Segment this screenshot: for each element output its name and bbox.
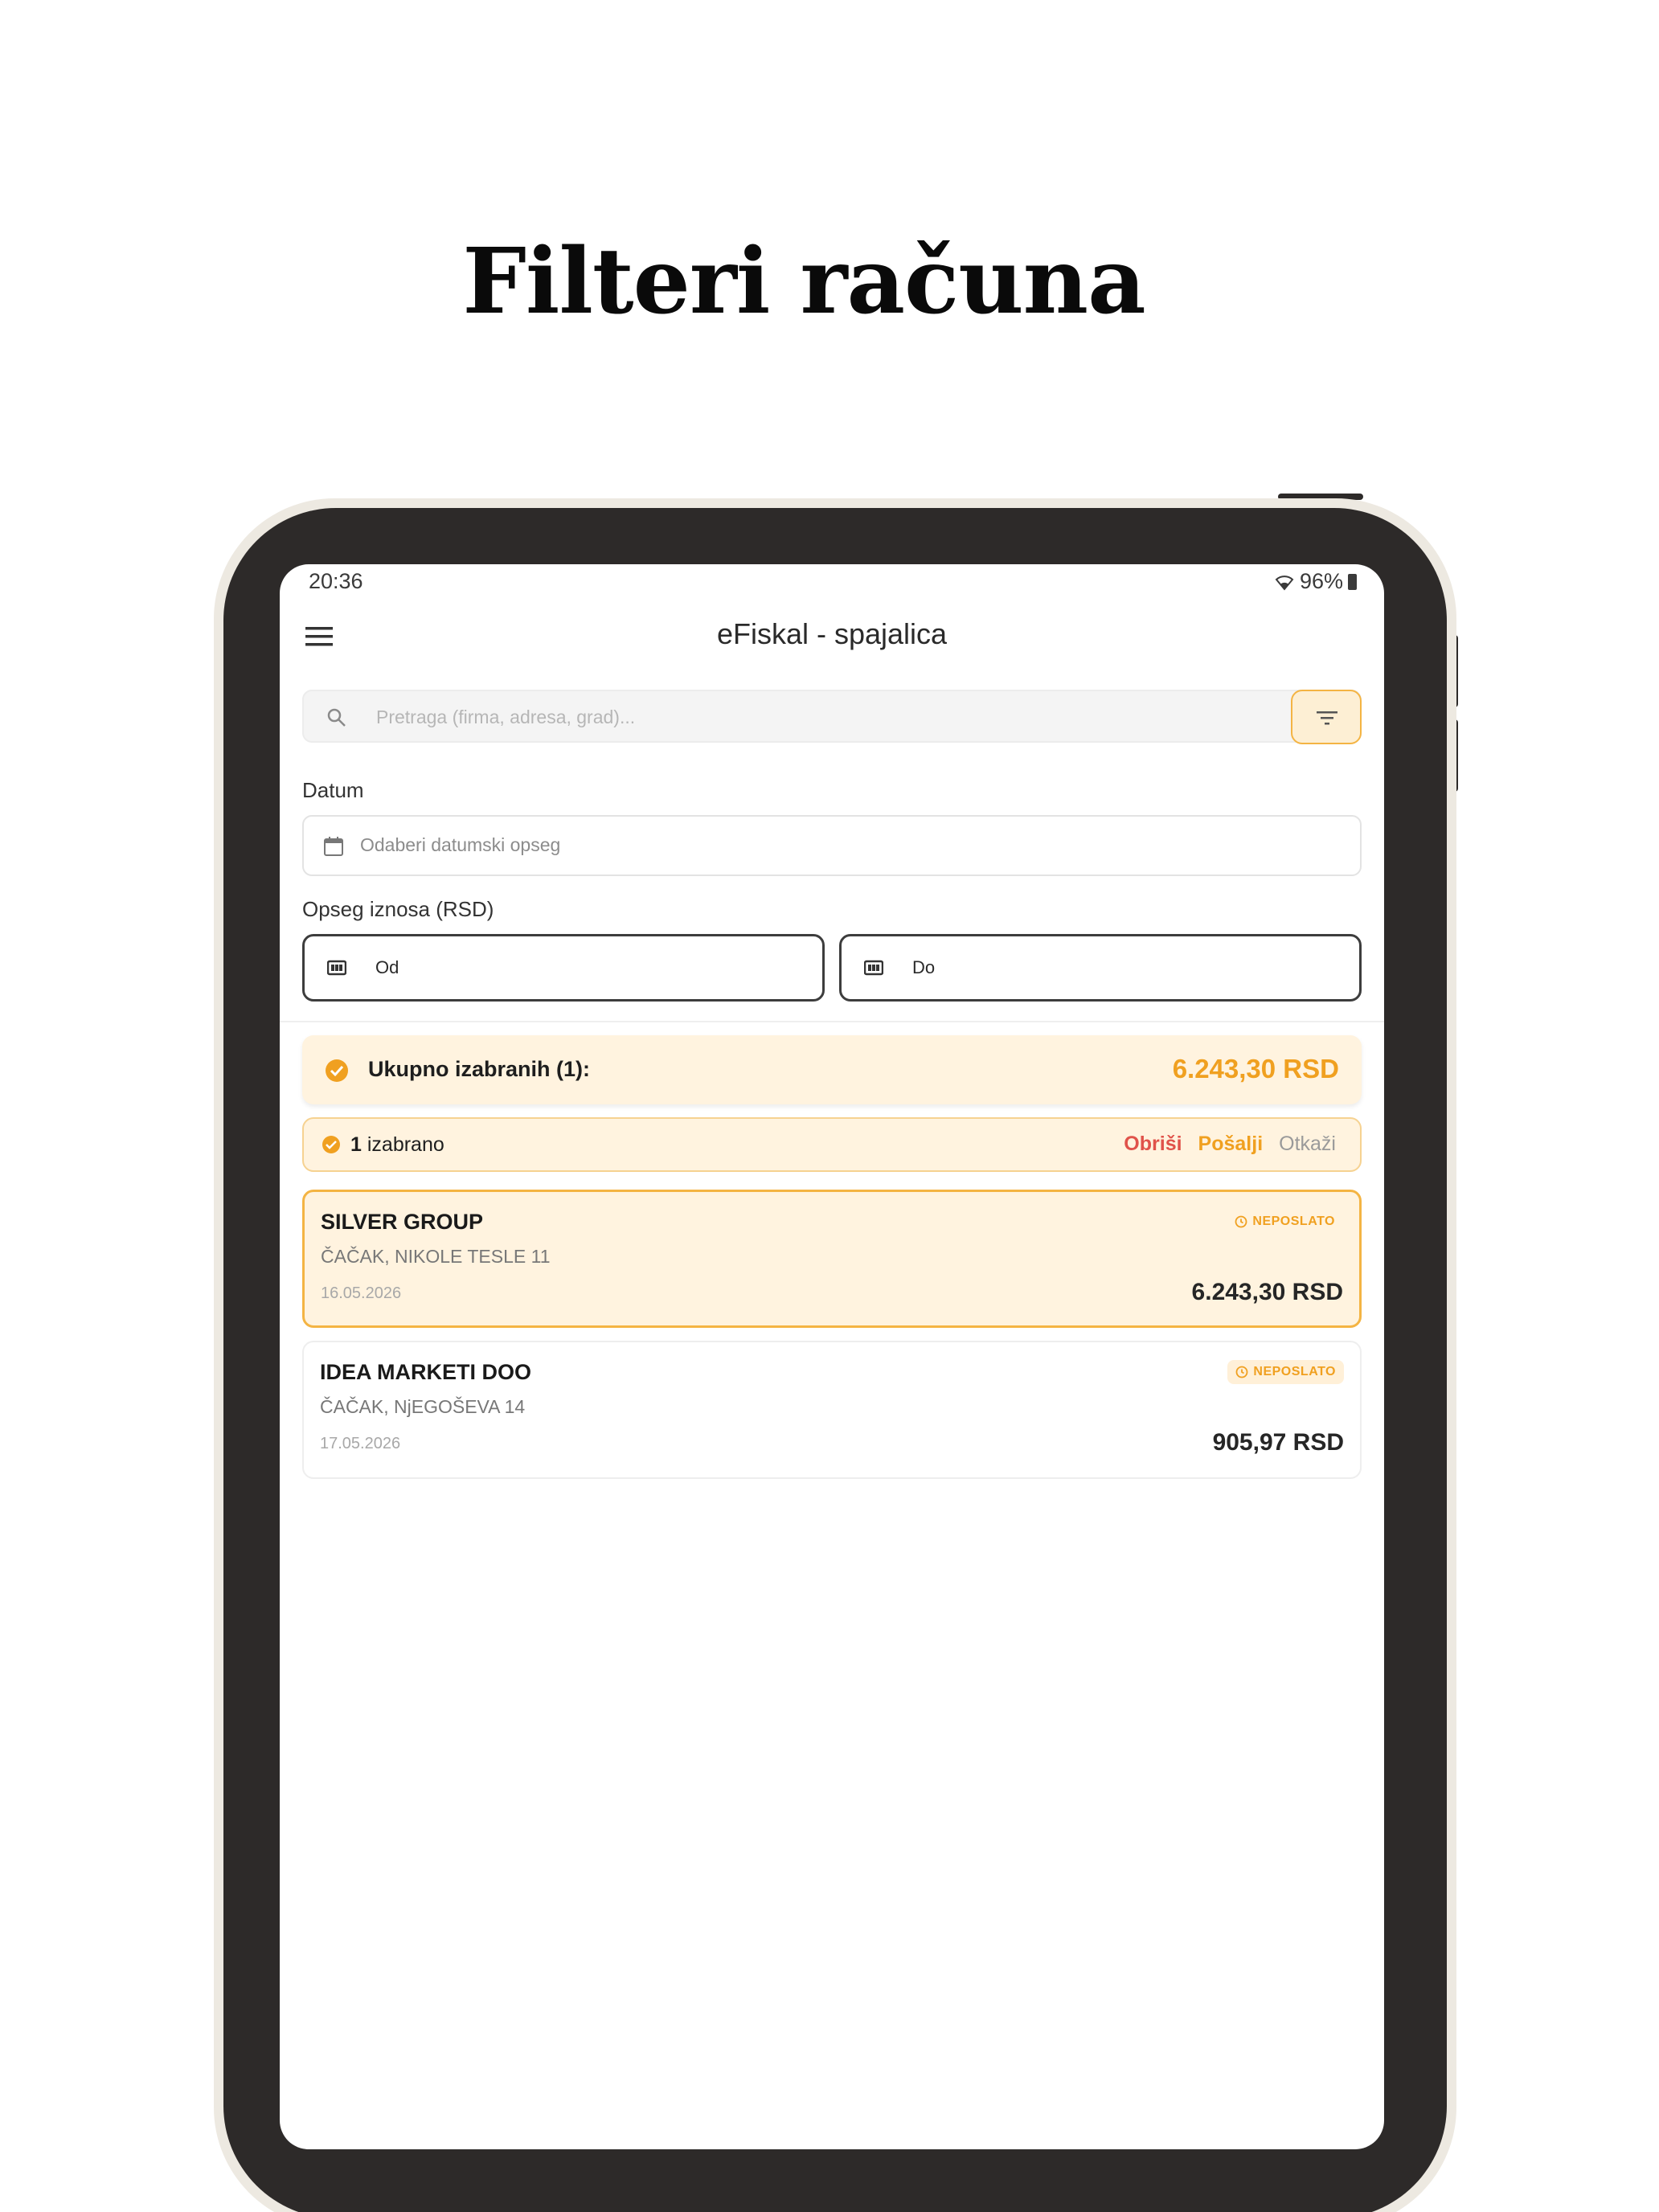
invoice-address: ČAČAK, NIKOLE TESLE 11 [321,1246,551,1267]
status-icons: 96% [1274,569,1357,594]
status-badge: NEPOSLATO [1227,1210,1343,1234]
money-icon [864,960,883,976]
check-circle-icon [322,1136,340,1153]
date-range-field[interactable]: Odaberi datumski opseg [302,815,1362,876]
invoice-card[interactable]: IDEA MARKETI DOO ČAČAK, NjEGOŠEVA 14 17.… [302,1341,1362,1479]
selected-total-card: Ukupno izabranih (1): 6.243,30 RSD [302,1035,1362,1104]
selected-total-value: 6.243,30 RSD [1172,1054,1339,1083]
clock-icon [1235,1215,1247,1228]
battery-icon [1348,573,1357,590]
filter-button[interactable] [1291,690,1362,744]
selection-count: 1 izabrano [350,1133,444,1157]
selected-total-label: Ukupno izabranih (1): [368,1057,590,1081]
filter-icon [1317,711,1337,725]
amount-to-text: Do [912,957,936,977]
battery-percent: 96% [1299,569,1343,593]
filters-divider [280,1021,1384,1022]
search-input[interactable] [375,691,1182,743]
amount-to-field[interactable]: Do [839,934,1362,1002]
invoice-company: SILVER GROUP [321,1210,484,1234]
search-icon [327,708,346,727]
date-label: Datum [302,778,364,802]
page: Filteri računa 20:36 96% eFiskal - spaja… [0,0,1659,2212]
invoice-date: 16.05.2026 [321,1284,402,1302]
app-title: eFiskal - spajalica [716,617,948,650]
status-badge: NEPOSLATO [1227,1360,1344,1384]
invoice-date: 17.05.2026 [320,1435,401,1452]
selection-bar: 1 izabrano Obriši Pošalji Otkaži [302,1117,1362,1172]
invoice-amount: 905,97 RSD [1212,1429,1344,1456]
check-circle-icon [326,1059,348,1082]
clock-icon [1236,1366,1248,1378]
delete-button[interactable]: Obriši [1124,1133,1182,1156]
invoice-company: IDEA MARKETI DOO [320,1360,531,1384]
invoice-card-selected[interactable]: SILVER GROUP ČAČAK, NIKOLE TESLE 11 16.0… [302,1190,1362,1328]
selection-count-text: izabrano [367,1133,444,1156]
calendar-icon [324,837,343,856]
status-time: 20:36 [309,569,363,593]
selection-count-number: 1 [350,1133,362,1156]
send-button[interactable]: Pošalji [1198,1133,1264,1156]
app-screen: 20:36 96% eFiskal - spajalica Pretraga (… [280,564,1384,2149]
headline: Filteri računa [462,229,1145,334]
status-text: NEPOSLATO [1252,1215,1335,1228]
cancel-button[interactable]: Otkaži [1279,1133,1336,1156]
status-text: NEPOSLATO [1253,1365,1336,1378]
amount-range-label: Opseg iznosa (RSD) [302,897,494,921]
money-icon [327,960,346,976]
date-range-placeholder: Odaberi datumski opseg [360,834,561,855]
search-bar[interactable] [302,690,1362,743]
selection-actions: Obriši Pošalji Otkaži [1124,1133,1336,1156]
amount-from-field[interactable]: Od [302,934,825,1002]
invoice-amount: 6.243,30 RSD [1191,1279,1343,1305]
wifi-icon [1275,575,1294,591]
invoice-address: ČAČAK, NjEGOŠEVA 14 [320,1396,526,1417]
amount-from-text: Od [375,957,399,977]
